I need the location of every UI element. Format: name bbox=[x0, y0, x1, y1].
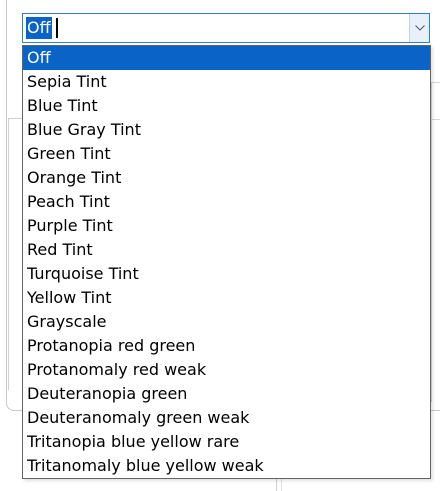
dropdown-list[interactable]: Off Sepia Tint Blue Tint Blue Gray Tint Gree… bbox=[22, 45, 431, 479]
dropdown-option[interactable]: Tritanomaly blue yellow weak bbox=[23, 454, 430, 478]
chevron-down-icon bbox=[415, 25, 425, 31]
color-filter-combobox[interactable]: Off bbox=[22, 13, 430, 43]
background-divider bbox=[431, 82, 432, 402]
dropdown-option[interactable]: Turquoise Tint bbox=[23, 262, 430, 286]
dropdown-option[interactable]: Protanopia red green bbox=[23, 334, 430, 358]
dropdown-button[interactable] bbox=[409, 14, 429, 42]
dropdown-option[interactable]: Protanomaly red weak bbox=[23, 358, 430, 382]
dropdown-option[interactable]: Deuteranopia green bbox=[23, 382, 430, 406]
dropdown-option[interactable]: Purple Tint bbox=[23, 214, 430, 238]
background-divider bbox=[281, 478, 282, 491]
dropdown-option[interactable]: Orange Tint bbox=[23, 166, 430, 190]
combobox-selected-value: Off bbox=[26, 17, 52, 39]
dropdown-option[interactable]: Red Tint bbox=[23, 238, 430, 262]
background-divider bbox=[432, 82, 440, 83]
dropdown-option[interactable]: Blue Tint bbox=[23, 94, 430, 118]
text-caret bbox=[56, 18, 58, 38]
background-divider bbox=[276, 478, 277, 491]
background-divider bbox=[432, 119, 440, 120]
dropdown-option[interactable]: Sepia Tint bbox=[23, 70, 430, 94]
dropdown-option[interactable]: Green Tint bbox=[23, 142, 430, 166]
dropdown-option[interactable]: Blue Gray Tint bbox=[23, 118, 430, 142]
dropdown-option[interactable]: Deuteranomaly green weak bbox=[23, 406, 430, 430]
dropdown-option[interactable]: Yellow Tint bbox=[23, 286, 430, 310]
dropdown-option[interactable]: Tritanopia blue yellow rare bbox=[23, 430, 430, 454]
dropdown-option[interactable]: Off bbox=[23, 46, 430, 70]
background-divider bbox=[8, 118, 9, 390]
dropdown-option[interactable]: Peach Tint bbox=[23, 190, 430, 214]
dropdown-option[interactable]: Grayscale bbox=[23, 310, 430, 334]
